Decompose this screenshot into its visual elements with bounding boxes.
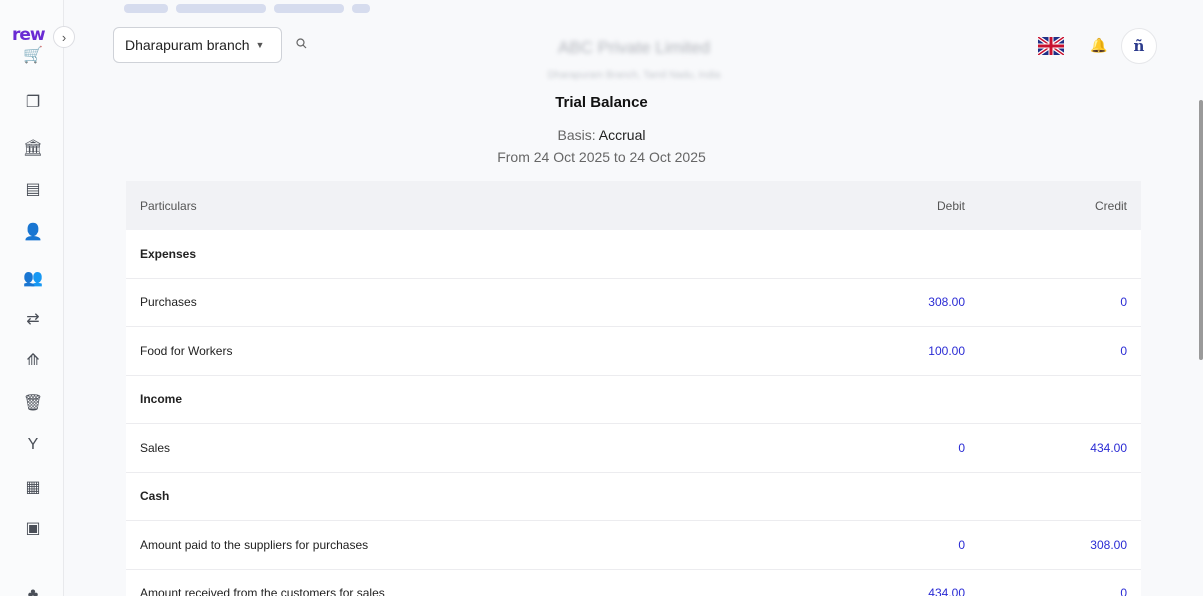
company-name: ABC Private Limited [557,38,711,57]
account-name: Amount received from the customers for s… [140,586,385,596]
column-header-credit: Credit [1094,198,1127,213]
expand-sidebar-button[interactable]: › [53,26,75,48]
account-name: Food for Workers [140,343,233,358]
vertical-scrollbar[interactable] [1199,100,1203,360]
plant-icon[interactable]: ♣ [22,584,44,596]
company-address: Dharapuram Branch, Tamil Nadu, India [547,70,721,81]
debit-value[interactable]: 100.00 [805,344,965,358]
credit-value[interactable]: 0 [965,586,1141,596]
report-date-range: From 24 Oct 2025 to 24 Oct 2025 [497,149,706,165]
basis-value: Accrual [598,127,646,143]
language-flag-icon[interactable] [1036,35,1066,57]
group-label: Expenses [140,246,197,261]
debit-value[interactable]: 0 [805,441,965,455]
branch-select-value: Dharapuram branch [125,37,250,53]
cart-icon[interactable]: 🛒 [22,44,44,66]
table-row: Food for Workers 100.00 0 [126,327,1141,376]
group-header-row: Cash [126,473,1141,521]
table-row: Purchases 308.00 0 [126,279,1141,327]
credit-value[interactable]: 308.00 [965,538,1141,552]
top-header: Dharapuram branch ▼ ABC Private Limited … [64,0,1203,90]
group-header-row: Income [126,376,1141,424]
table-row: Amount received from the customers for s… [126,570,1141,596]
users-icon[interactable]: 👥 [22,267,44,289]
table-row: Amount paid to the suppliers for purchas… [126,521,1141,570]
debit-value[interactable]: 0 [805,538,965,552]
report-title: Trial Balance [555,94,648,111]
group-label: Income [140,392,183,407]
id-card-icon[interactable]: ▣ [22,517,44,539]
search-icon[interactable] [296,38,307,52]
credit-value[interactable]: 434.00 [965,441,1141,455]
top-blur-strip [124,0,414,14]
account-name: Purchases [140,295,197,310]
debit-value[interactable]: 434.00 [805,586,965,596]
column-header-particulars: Particulars [140,198,197,213]
trash-icon[interactable]: 🗑 [22,392,44,414]
merge-icon[interactable]: Y [22,434,44,456]
calculator-icon[interactable]: ▦ [22,476,44,498]
table-header: Particulars Debit Credit [126,181,1141,230]
book-icon[interactable]: ▤ [22,178,44,200]
trial-balance-table: Particulars Debit Credit Expenses Purchas… [126,181,1141,596]
transfer-icon[interactable]: ⇄ [22,308,44,330]
app-logo[interactable]: rew [12,25,46,45]
account-name: Amount paid to the suppliers for purchas… [140,537,369,552]
credit-value[interactable]: 0 [965,344,1141,358]
sidebar: rew 🛒 ❐ 🏛 ▤ 👤 👥 ⇄ ⟰ 🗑 Y ▦ ▣ ♣ [0,0,64,596]
group-label: Cash [140,489,170,504]
debit-value[interactable]: 308.00 [805,295,965,309]
chevron-down-icon: ▼ [255,40,265,50]
group-header-row: Expenses [126,230,1141,279]
column-header-debit: Debit [936,198,965,213]
bell-icon[interactable]: 🔔 [1090,37,1107,54]
basis-label: Basis: [557,127,596,143]
avatar[interactable]: ñ [1121,28,1157,64]
credit-value[interactable]: 0 [965,295,1141,309]
branch-select[interactable]: Dharapuram branch ▼ [113,27,282,63]
user-check-icon[interactable]: 👤 [22,221,44,243]
chart-icon[interactable]: ⟰ [22,349,44,371]
table-row: Sales 0 434.00 [126,424,1141,473]
report-basis: Basis: Accrual [0,127,1203,143]
account-name: Sales [140,440,171,455]
